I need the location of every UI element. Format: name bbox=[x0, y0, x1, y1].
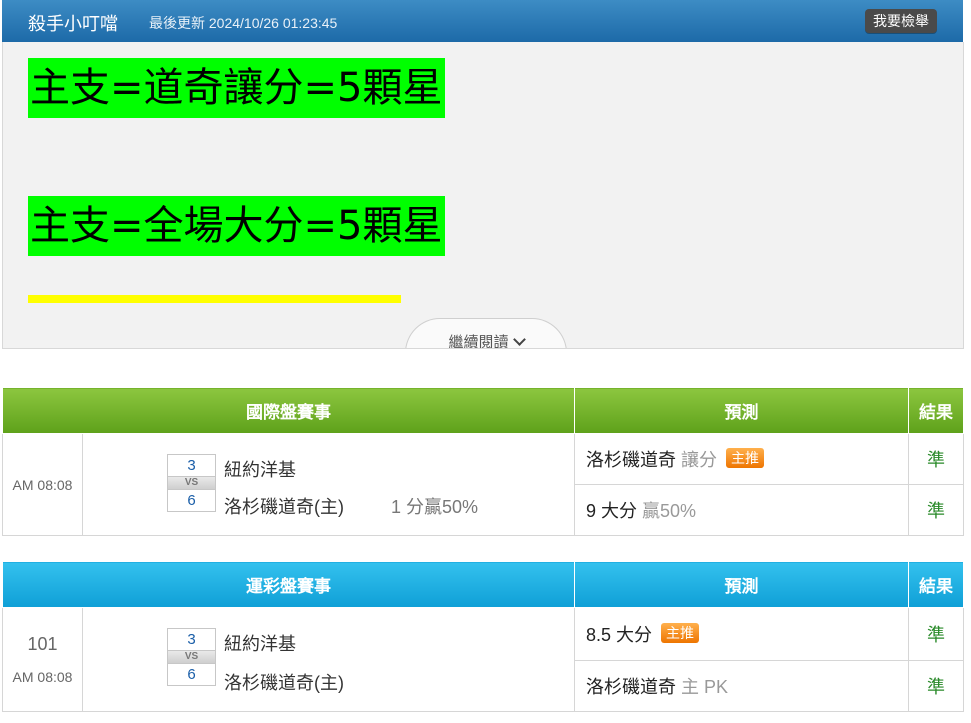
prediction-cell: 9 大分 贏50% bbox=[574, 484, 909, 536]
prediction-pick: 洛杉磯道奇 bbox=[586, 450, 676, 470]
away-team: 紐約洋基 bbox=[224, 460, 296, 480]
prediction-type: 贏50% bbox=[642, 501, 697, 521]
prediction-pick: 9 大分 bbox=[586, 501, 638, 521]
score-box: 3 VS 6 bbox=[167, 628, 216, 686]
away-score: 3 bbox=[187, 457, 196, 474]
home-score: 6 bbox=[187, 492, 196, 509]
top-header: 殺手小叮噹 最後更新 2024/10/26 01:23:45 我要檢舉 bbox=[2, 0, 963, 42]
result-header: 結果 bbox=[908, 387, 964, 434]
article-preview: 主支=道奇讓分=5顆星 主支=全場大分=5顆星 繼續閱讀 bbox=[2, 42, 964, 349]
home-team: 洛杉磯道奇(主) bbox=[224, 497, 344, 517]
away-score: 3 bbox=[187, 631, 196, 648]
read-more-label: 繼續閱讀 bbox=[406, 331, 566, 348]
match-time: 101 AM 08:08 bbox=[2, 607, 83, 712]
prediction-header: 預測 bbox=[574, 387, 909, 434]
chevron-down-icon bbox=[512, 333, 526, 346]
score-box: 3 VS 6 bbox=[167, 454, 216, 512]
last-updated: 最後更新 2024/10/26 01:23:45 bbox=[149, 15, 338, 31]
result-cell: 準 bbox=[908, 484, 964, 536]
match-time: AM 08:08 bbox=[2, 433, 83, 536]
pick-line: 主支=道奇讓分=5顆星 bbox=[28, 58, 446, 118]
truncated-pick-line bbox=[28, 295, 401, 303]
prediction-cell: 8.5 大分 主推 bbox=[574, 607, 909, 661]
author-name[interactable]: 殺手小叮噹 bbox=[28, 10, 118, 36]
result-header: 結果 bbox=[908, 561, 964, 608]
vs-label: VS bbox=[168, 650, 215, 664]
result-cell: 準 bbox=[908, 660, 964, 712]
prediction-cell: 洛杉磯道奇 主 PK bbox=[574, 660, 909, 712]
sport-match-table: 運彩盤賽事 預測 結果 101 AM 08:08 3 VS 6 紐約洋基 洛杉磯… bbox=[2, 561, 964, 712]
pick-line: 主支=全場大分=5顆星 bbox=[28, 196, 446, 256]
game-number: 101 bbox=[27, 634, 58, 654]
away-team: 紐約洋基 bbox=[224, 634, 296, 654]
handicap-line: 1 分贏50% bbox=[391, 497, 479, 517]
intl-match-table: 國際盤賽事 預測 結果 AM 08:08 3 VS 6 紐約洋基 洛杉磯道奇(主… bbox=[2, 387, 964, 536]
report-button[interactable]: 我要檢舉 bbox=[865, 9, 937, 33]
read-more-button[interactable]: 繼續閱讀 bbox=[405, 318, 567, 348]
result-cell: 準 bbox=[908, 433, 964, 485]
match-info[interactable]: 3 VS 6 紐約洋基 洛杉磯道奇(主) bbox=[82, 607, 575, 712]
result-cell: 準 bbox=[908, 607, 964, 661]
top-pick-badge: 主推 bbox=[661, 623, 700, 643]
intl-header-title: 國際盤賽事 bbox=[2, 387, 575, 434]
prediction-pick: 洛杉磯道奇 bbox=[586, 677, 676, 697]
prediction-header: 預測 bbox=[574, 561, 909, 608]
match-info[interactable]: 3 VS 6 紐約洋基 洛杉磯道奇(主) 1 分贏50% bbox=[82, 433, 575, 536]
top-pick-badge: 主推 bbox=[726, 448, 765, 468]
prediction-type: 主 PK bbox=[681, 677, 729, 697]
home-team: 洛杉磯道奇(主) bbox=[224, 673, 344, 693]
prediction-type: 讓分 bbox=[681, 450, 718, 470]
prediction-cell: 洛杉磯道奇 讓分 主推 bbox=[574, 433, 909, 485]
sport-header-title: 運彩盤賽事 bbox=[2, 561, 575, 608]
prediction-pick: 8.5 大分 bbox=[586, 625, 653, 645]
vs-label: VS bbox=[168, 476, 215, 490]
home-score: 6 bbox=[187, 666, 196, 683]
